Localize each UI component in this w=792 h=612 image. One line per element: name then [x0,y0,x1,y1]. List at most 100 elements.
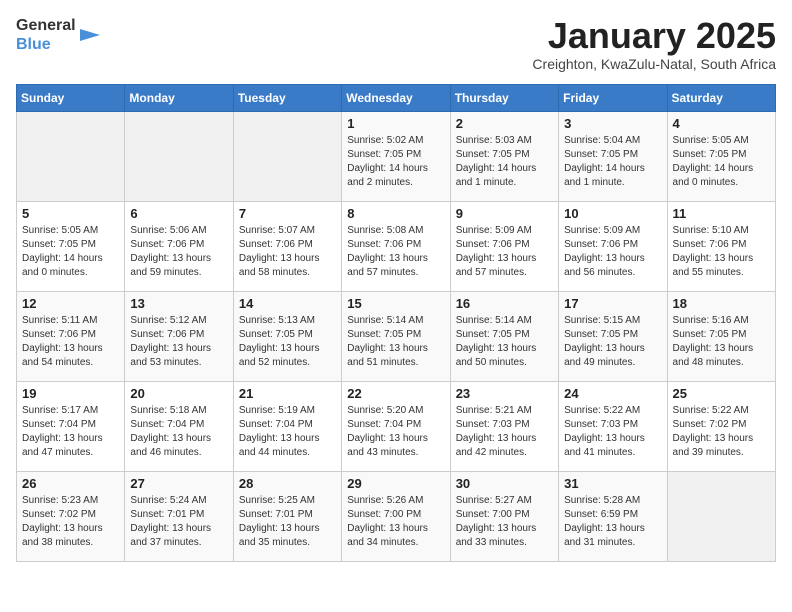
day-info: Sunrise: 5:23 AMSunset: 7:02 PMDaylight:… [22,494,119,550]
calendar-cell: 7Sunrise: 5:07 AMSunset: 7:06 PMDaylight… [233,201,341,291]
calendar-cell: 10Sunrise: 5:09 AMSunset: 7:06 PMDayligh… [559,201,667,291]
day-number: 18 [673,296,770,311]
calendar-cell [233,111,341,201]
day-number: 21 [239,386,336,401]
day-number: 31 [564,476,661,491]
calendar-cell: 4Sunrise: 5:05 AMSunset: 7:05 PMDaylight… [667,111,775,201]
day-info: Sunrise: 5:19 AMSunset: 7:04 PMDaylight:… [239,404,336,460]
calendar-cell: 1 Sunrise: 5:02 AMSunset: 7:05 PMDaylight… [342,111,450,201]
weekday-header-sunday: Sunday [17,84,125,111]
day-info: Sunrise: 5:02 AMSunset: 7:05 PMDaylight:… [347,134,444,190]
calendar-cell: 14 Sunrise: 5:13 AMSunset: 7:05 PMDayligh… [233,291,341,381]
calendar-cell [17,111,125,201]
calendar-cell: 30 Sunrise: 5:27 AMSunset: 7:00 PMDayligh… [450,471,558,561]
calendar-cell: 26 Sunrise: 5:23 AMSunset: 7:02 PMDayligh… [17,471,125,561]
day-number: 15 [347,296,444,311]
day-number: 25 [673,386,770,401]
calendar-cell: 3 Sunrise: 5:04 AMSunset: 7:05 PMDaylight… [559,111,667,201]
day-info: Sunrise: 5:21 AMSunset: 7:03 PMDaylight:… [456,404,553,460]
calendar-cell [125,111,233,201]
day-number: 1 [347,116,444,131]
calendar-cell: 24 Sunrise: 5:22 AMSunset: 7:03 PMDayligh… [559,381,667,471]
day-info: Sunrise: 5:20 AMSunset: 7:04 PMDaylight:… [347,404,444,460]
calendar-cell: 21 Sunrise: 5:19 AMSunset: 7:04 PMDayligh… [233,381,341,471]
calendar-cell: 9Sunrise: 5:09 AMSunset: 7:06 PMDaylight… [450,201,558,291]
day-info: Sunrise: 5:22 AMSunset: 7:02 PMDaylight:… [673,404,770,460]
day-info: Sunrise: 5:28 AMSunset: 6:59 PMDaylight:… [564,494,661,550]
day-info: Sunrise: 5:05 AMSunset: 7:05 PMDaylight:… [22,224,119,280]
day-info: Sunrise: 5:16 AMSunset: 7:05 PMDaylight:… [673,314,770,370]
day-info: Sunrise: 5:08 AMSunset: 7:06 PMDaylight:… [347,224,444,280]
day-info: Sunrise: 5:14 AMSunset: 7:05 PMDaylight:… [456,314,553,370]
logo-arrow-icon [80,25,100,45]
day-number: 23 [456,386,553,401]
calendar-cell: 13 Sunrise: 5:12 AMSunset: 7:06 PMDayligh… [125,291,233,381]
day-number: 5 [22,206,119,221]
calendar-cell: 16Sunrise: 5:14 AMSunset: 7:05 PMDayligh… [450,291,558,381]
day-info: Sunrise: 5:26 AMSunset: 7:00 PMDaylight:… [347,494,444,550]
weekday-header-monday: Monday [125,84,233,111]
day-number: 6 [130,206,227,221]
day-number: 22 [347,386,444,401]
day-number: 30 [456,476,553,491]
weekday-header-saturday: Saturday [667,84,775,111]
day-number: 24 [564,386,661,401]
weekday-header-thursday: Thursday [450,84,558,111]
calendar-cell: 19 Sunrise: 5:17 AMSunset: 7:04 PMDayligh… [17,381,125,471]
calendar-cell: 15Sunrise: 5:14 AMSunset: 7:05 PMDayligh… [342,291,450,381]
day-info: Sunrise: 5:24 AMSunset: 7:01 PMDaylight:… [130,494,227,550]
day-number: 27 [130,476,227,491]
calendar-cell: 20 Sunrise: 5:18 AMSunset: 7:04 PMDayligh… [125,381,233,471]
day-number: 14 [239,296,336,311]
day-number: 17 [564,296,661,311]
calendar-table: SundayMondayTuesdayWednesdayThursdayFrid… [16,84,776,562]
day-info: Sunrise: 5:09 AMSunset: 7:06 PMDaylight:… [456,224,553,280]
day-number: 20 [130,386,227,401]
day-number: 2 [456,116,553,131]
calendar-cell: 12 Sunrise: 5:11 AMSunset: 7:06 PMDayligh… [17,291,125,381]
calendar-cell: 2Sunrise: 5:03 AMSunset: 7:05 PMDaylight… [450,111,558,201]
day-info: Sunrise: 5:27 AMSunset: 7:00 PMDaylight:… [456,494,553,550]
day-number: 10 [564,206,661,221]
calendar-cell: 8 Sunrise: 5:08 AMSunset: 7:06 PMDaylight… [342,201,450,291]
day-info: Sunrise: 5:18 AMSunset: 7:04 PMDaylight:… [130,404,227,460]
calendar-cell [667,471,775,561]
title-block: January 2025 Creighton, KwaZulu-Natal, S… [532,16,776,72]
calendar-cell: 22 Sunrise: 5:20 AMSunset: 7:04 PMDayligh… [342,381,450,471]
month-title: January 2025 [532,16,776,56]
day-number: 26 [22,476,119,491]
day-number: 8 [347,206,444,221]
weekday-header-wednesday: Wednesday [342,84,450,111]
calendar-cell: 18 Sunrise: 5:16 AMSunset: 7:05 PMDayligh… [667,291,775,381]
page-header: General Blue January 2025 Creighton, Kwa… [16,16,776,72]
weekday-header-friday: Friday [559,84,667,111]
day-info: Sunrise: 5:22 AMSunset: 7:03 PMDaylight:… [564,404,661,460]
day-number: 11 [673,206,770,221]
day-number: 28 [239,476,336,491]
calendar-cell: 23 Sunrise: 5:21 AMSunset: 7:03 PMDayligh… [450,381,558,471]
day-info: Sunrise: 5:11 AMSunset: 7:06 PMDaylight:… [22,314,119,370]
logo: General Blue [16,16,100,54]
calendar-cell: 6 Sunrise: 5:06 AMSunset: 7:06 PMDaylight… [125,201,233,291]
calendar-cell: 25 Sunrise: 5:22 AMSunset: 7:02 PMDayligh… [667,381,775,471]
calendar-cell: 5 Sunrise: 5:05 AMSunset: 7:05 PMDaylight… [17,201,125,291]
day-info: Sunrise: 5:12 AMSunset: 7:06 PMDaylight:… [130,314,227,370]
calendar-cell: 27 Sunrise: 5:24 AMSunset: 7:01 PMDayligh… [125,471,233,561]
day-info: Sunrise: 5:17 AMSunset: 7:04 PMDaylight:… [22,404,119,460]
day-info: Sunrise: 5:13 AMSunset: 7:05 PMDaylight:… [239,314,336,370]
day-number: 13 [130,296,227,311]
day-number: 3 [564,116,661,131]
calendar-cell: 17 Sunrise: 5:15 AMSunset: 7:05 PMDayligh… [559,291,667,381]
calendar-cell: 29Sunrise: 5:26 AMSunset: 7:00 PMDayligh… [342,471,450,561]
location-subtitle: Creighton, KwaZulu-Natal, South Africa [532,56,776,72]
calendar-cell: 31 Sunrise: 5:28 AMSunset: 6:59 PMDayligh… [559,471,667,561]
day-info: Sunrise: 5:06 AMSunset: 7:06 PMDaylight:… [130,224,227,280]
weekday-header-tuesday: Tuesday [233,84,341,111]
calendar-cell: 11 Sunrise: 5:10 AMSunset: 7:06 PMDayligh… [667,201,775,291]
day-number: 4 [673,116,770,131]
day-info: Sunrise: 5:15 AMSunset: 7:05 PMDaylight:… [564,314,661,370]
day-number: 12 [22,296,119,311]
day-info: Sunrise: 5:04 AMSunset: 7:05 PMDaylight:… [564,134,661,190]
day-info: Sunrise: 5:10 AMSunset: 7:06 PMDaylight:… [673,224,770,280]
day-number: 19 [22,386,119,401]
